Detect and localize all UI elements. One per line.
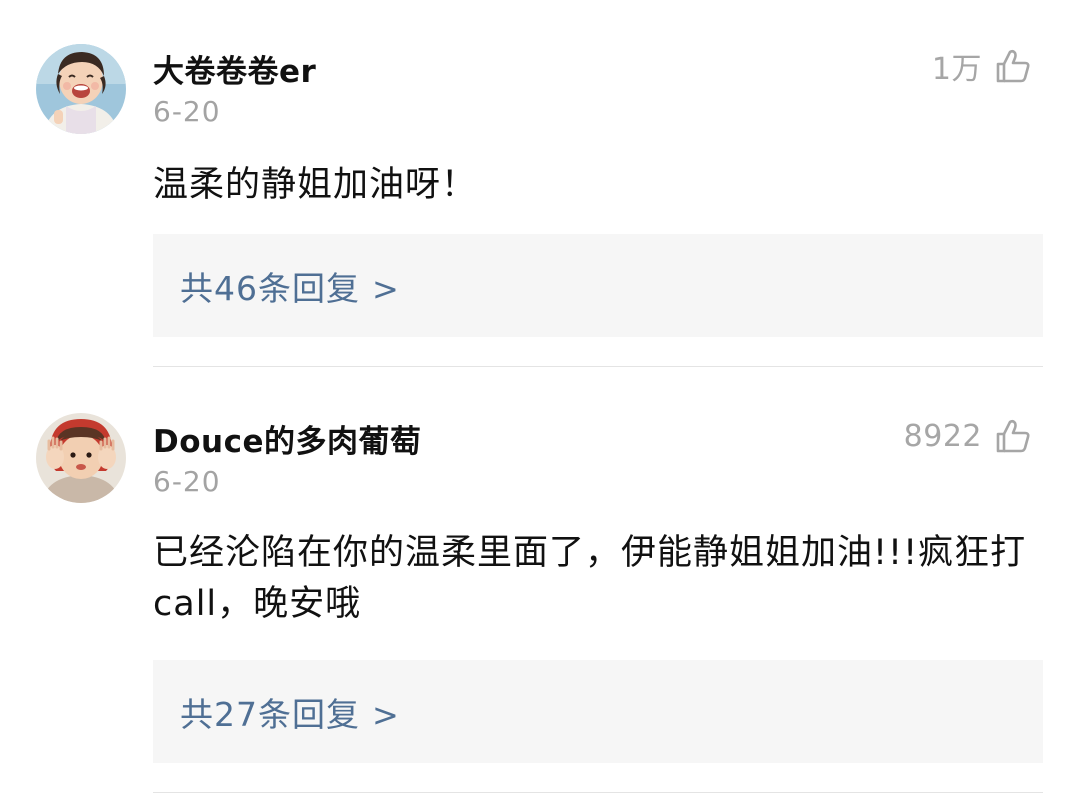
view-replies-button[interactable]: 共27条回复 > (153, 660, 1043, 763)
divider (153, 366, 1043, 367)
like-count: 8922 (903, 418, 982, 454)
girl-laughing-avatar-icon (36, 44, 126, 134)
username[interactable]: 大卷卷卷er (153, 46, 316, 91)
replies-link: 共46条回复 > (180, 262, 400, 310)
comment-feed: 大卷卷卷er 6-20 1万 温柔的静姐加油呀！ 共46条回复 > Douce的… (0, 0, 1080, 800)
thumbs-up-icon (994, 417, 1032, 455)
user-avatar[interactable] (36, 44, 126, 134)
comment-date: 6-20 (153, 95, 221, 128)
girl-peekaboo-avatar-icon (36, 413, 126, 503)
comment-date: 6-20 (153, 465, 221, 498)
comment-item: 大卷卷卷er 6-20 1万 温柔的静姐加油呀！ 共46条回复 > (0, 0, 1080, 370)
replies-count-label: 共46条回复 (180, 268, 360, 308)
like-button[interactable]: 1万 (932, 44, 1032, 88)
view-replies-button[interactable]: 共46条回复 > (153, 234, 1043, 337)
replies-count-label: 共27条回复 (180, 694, 360, 734)
chevron-right-icon: > (372, 695, 400, 734)
comment-text: 温柔的静姐加油呀！ (153, 165, 478, 205)
replies-link: 共27条回复 > (180, 688, 400, 736)
like-count: 1万 (931, 52, 982, 87)
thumbs-up-icon (994, 47, 1032, 85)
like-button[interactable]: 8922 (904, 414, 1032, 458)
username[interactable]: Douce的多肉葡萄 (153, 416, 422, 461)
chevron-right-icon: > (372, 269, 400, 308)
comment-item: Douce的多肉葡萄 6-20 8922 已经沦陷在你的温柔里面了，伊能静姐姐加… (0, 370, 1080, 800)
user-avatar[interactable] (36, 413, 126, 503)
divider (153, 792, 1043, 793)
comment-text: 已经沦陷在你的温柔里面了，伊能静姐姐加油!!!疯狂打call，晚安哦 (153, 533, 1027, 624)
